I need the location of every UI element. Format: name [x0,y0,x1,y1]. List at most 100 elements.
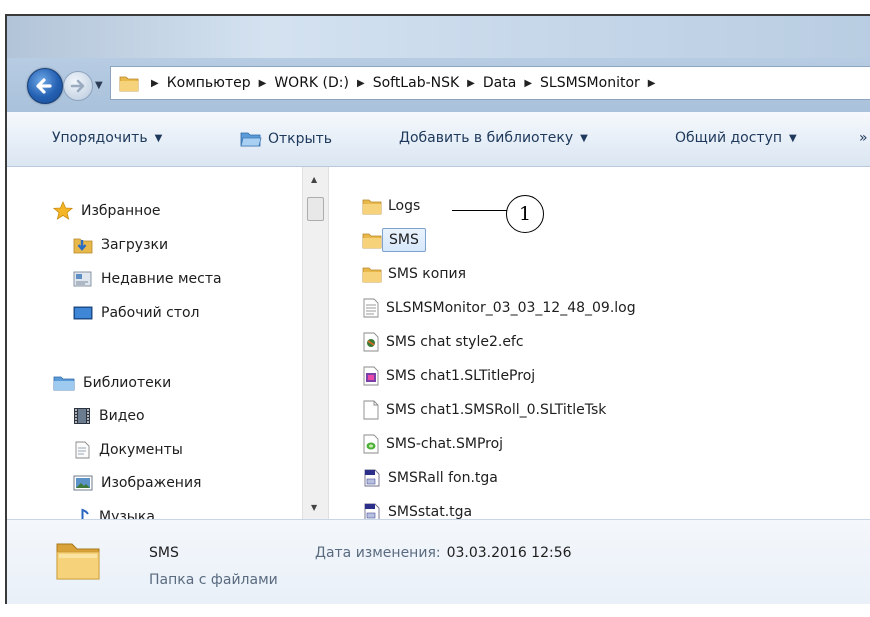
open-label: Открыть [268,131,332,147]
navigation-scrollbar[interactable]: ▲ ▼ [302,167,329,519]
chevron-down-icon: ▼ [580,132,588,144]
file-name: Logs [388,198,421,214]
file-name: SMSRall fon.tga [388,470,498,486]
nav-label: Рабочий стол [101,305,200,321]
nav-label: Изображения [101,475,202,491]
nav-label: Недавние места [101,271,222,287]
nav-label: Избранное [81,203,161,219]
nav-desktop[interactable]: Рабочий стол [73,299,200,327]
chevron-down-icon: ▼ [154,132,163,144]
chevron-right-icon[interactable]: ▶ [259,78,267,89]
chevron-right-icon[interactable]: ▶ [524,78,532,89]
recent-pages-dropdown[interactable]: ▼ [95,80,103,91]
nav-label: Библиотеки [83,375,172,391]
callout-leader-line [452,210,507,211]
callout-marker: 1 [506,195,544,233]
file-name: SMS копия [388,266,466,282]
file-name: SMS chat style2.efc [386,334,524,350]
chevron-down-icon: ▼ [95,80,103,91]
nav-documents[interactable]: Документы [73,436,183,464]
more-label: » [859,130,868,146]
file-item-sms-copy[interactable]: SMS копия [362,259,466,289]
back-button[interactable] [27,68,63,104]
film-icon [74,408,90,424]
file-item-sms[interactable]: SMS [362,225,426,255]
smproj-file-icon [363,434,379,454]
pictures-icon [73,475,93,491]
add-to-library-button[interactable]: Добавить в библиотеку ▼ [399,130,588,146]
nav-label: Загрузки [101,237,169,253]
nav-pictures[interactable]: Изображения [73,469,201,497]
explorer-window: ▼ ▶ Компьютер ▶ WORK (D:) ▶ SoftLab-NSK … [5,14,870,604]
chevron-down-icon: ▼ [789,132,797,144]
large-folder-icon [56,543,100,580]
documents-icon [75,441,90,459]
address-bar[interactable]: ▶ Компьютер ▶ WORK (D:) ▶ SoftLab-NSK ▶ … [110,66,870,100]
crumb-slsmsmonitor[interactable]: SLSMSMonitor [540,75,640,91]
open-folder-icon [240,132,262,147]
breadcrumb: ▶ Компьютер ▶ WORK (D:) ▶ SoftLab-NSK ▶ … [147,75,663,91]
file-item-log[interactable]: SLSMSMonitor_03_03_12_48_09.log [362,293,636,323]
add-to-library-label: Добавить в библиотеку [399,130,574,146]
share-label: Общий доступ [675,130,783,146]
file-item-logs[interactable]: Logs [362,191,420,221]
file-item-smproj[interactable]: SMS-chat.SMProj [362,429,503,459]
desktop-icon [73,306,93,320]
nav-label: Документы [99,442,183,458]
command-bar: Упорядочить ▼ Открыть Добавить в библиот… [7,112,870,167]
folder-icon [119,76,139,92]
details-date-label: Дата изменения: [315,545,441,561]
star-icon [53,201,73,220]
share-button[interactable]: Общий доступ ▼ [675,130,797,146]
tga-file-icon [364,469,380,487]
file-item-tga-rall[interactable]: SMSRall fon.tga [362,463,498,493]
nav-libraries[interactable]: Библиотеки [53,369,171,397]
efc-file-icon [363,332,379,352]
arrow-left-icon [36,78,52,94]
crumb-computer[interactable]: Компьютер [167,75,251,91]
forward-button[interactable] [63,71,93,101]
file-name: SLSMSMonitor_03_03_12_48_09.log [386,300,636,316]
folder-icon [362,267,382,283]
file-item-titletsk[interactable]: SMS chat1.SMSRoll_0.SLTitleTsk [362,395,606,425]
blank-file-icon [363,400,379,420]
titleproj-file-icon [363,366,379,386]
crumb-data[interactable]: Data [483,75,516,91]
more-commands-button[interactable]: » [859,130,868,146]
details-type: Папка с файлами [149,572,278,588]
libraries-icon [53,376,75,391]
title-bar [7,16,870,58]
folder-icon [362,199,382,215]
nav-label: Видео [99,408,145,424]
file-name: SMS chat1.SLTitleProj [386,368,536,384]
nav-favorites[interactable]: Избранное [53,197,161,225]
recent-places-icon [73,271,92,287]
scroll-up-arrow-icon[interactable]: ▲ [311,175,317,184]
navigation-pane: Избранное Загрузки Недавние места Рабочи… [7,167,302,525]
organize-label: Упорядочить [52,130,148,146]
chevron-right-icon[interactable]: ▶ [467,78,475,89]
crumb-softlab-nsk[interactable]: SoftLab-NSK [373,75,459,91]
nav-recent-places[interactable]: Недавние места [73,265,222,293]
file-item-titleproj[interactable]: SMS chat1.SLTitleProj [362,361,535,391]
file-item-efc[interactable]: SMS chat style2.efc [362,327,524,357]
details-name: SMS [149,545,179,561]
scrollbar-thumb[interactable] [307,197,324,221]
crumb-work-drive[interactable]: WORK (D:) [274,75,349,91]
file-name: SMS [382,228,426,252]
nav-downloads[interactable]: Загрузки [73,231,168,259]
scroll-down-arrow-icon[interactable]: ▼ [311,503,317,512]
file-list: Logs SMS SMS копия SLSMSMonitor_03_03_12… [329,167,870,521]
organize-button[interactable]: Упорядочить ▼ [52,130,162,146]
open-button[interactable]: Открыть [240,130,332,148]
file-name: SMSstat.tga [388,504,473,520]
chevron-right-icon[interactable]: ▶ [648,78,656,89]
text-file-icon [363,298,379,318]
file-name: SMS-chat.SMProj [386,436,504,452]
details-date: Дата изменения: 03.03.2016 12:56 [315,545,572,561]
downloads-folder-icon [73,238,93,254]
nav-video[interactable]: Видео [73,402,145,430]
chevron-right-icon[interactable]: ▶ [357,78,365,89]
chevron-right-icon[interactable]: ▶ [151,78,159,89]
folder-icon [362,233,382,249]
